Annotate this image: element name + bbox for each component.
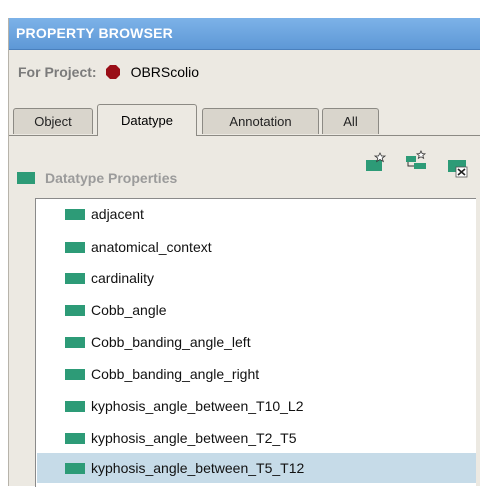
tab-bar: Object Datatype Annotation All xyxy=(9,104,480,136)
property-label: adjacent xyxy=(91,206,144,222)
tab-datatype[interactable]: Datatype xyxy=(97,104,197,136)
property-label: anatomical_context xyxy=(91,239,212,255)
property-label: Cobb_angle xyxy=(91,302,167,318)
project-hexagon-icon xyxy=(105,65,120,79)
project-row: For Project: OBRScolio xyxy=(18,62,199,82)
property-row-kyphosis-t5-t12[interactable]: kyphosis_angle_between_T5_T12 xyxy=(37,453,476,483)
property-label: cardinality xyxy=(91,270,155,286)
datatype-property-icon xyxy=(65,241,85,253)
property-row-kyphosis-t10-l2[interactable]: kyphosis_angle_between_T10_L2 xyxy=(37,391,476,421)
tab-annotation[interactable]: Annotation xyxy=(202,108,319,134)
tab-all[interactable]: All xyxy=(322,108,379,134)
property-browser-panel: PROPERTY BROWSER For Project: OBRScolio … xyxy=(8,18,480,487)
property-row-anatomical-context[interactable]: anatomical_context xyxy=(37,232,476,262)
property-label: kyphosis_angle_between_T5_T12 xyxy=(91,460,305,476)
create-subproperty-icon[interactable] xyxy=(405,150,427,170)
property-row-cobb-angle[interactable]: Cobb_angle xyxy=(37,295,476,325)
datatype-property-list: adjacent anatomical_context cardinality … xyxy=(35,198,476,487)
property-label: Cobb_banding_angle_left xyxy=(91,334,251,350)
property-row-cobb-banding-angle-left[interactable]: Cobb_banding_angle_left xyxy=(37,327,476,357)
datatype-property-icon xyxy=(17,172,35,184)
delete-datatype-property-icon[interactable] xyxy=(447,158,469,178)
project-name: OBRScolio xyxy=(130,64,200,80)
property-row-cardinality[interactable]: cardinality xyxy=(37,263,476,293)
datatype-property-icon xyxy=(65,400,85,412)
panel-title: PROPERTY BROWSER xyxy=(16,25,173,41)
datatype-property-icon xyxy=(65,368,85,380)
datatype-property-icon xyxy=(65,336,85,348)
tab-divider xyxy=(9,135,480,136)
property-label: Cobb_banding_angle_right xyxy=(91,366,260,382)
property-row-kyphosis-t2-t5[interactable]: kyphosis_angle_between_T2_T5 xyxy=(37,423,476,453)
section-header: Datatype Properties xyxy=(17,168,177,188)
datatype-property-icon xyxy=(65,272,85,284)
panel-title-bar: PROPERTY BROWSER xyxy=(9,18,480,50)
datatype-property-icon xyxy=(65,462,85,474)
datatype-property-icon xyxy=(65,432,85,444)
create-datatype-property-icon[interactable] xyxy=(365,152,387,172)
section-title: Datatype Properties xyxy=(45,170,178,186)
property-row-adjacent[interactable]: adjacent xyxy=(37,199,476,229)
datatype-property-icon xyxy=(65,304,85,316)
property-label: kyphosis_angle_between_T2_T5 xyxy=(91,430,297,446)
property-label: kyphosis_angle_between_T10_L2 xyxy=(91,398,304,414)
project-label: For Project: xyxy=(18,64,97,80)
tab-object[interactable]: Object xyxy=(13,108,93,134)
datatype-property-icon xyxy=(65,208,85,220)
property-row-cobb-banding-angle-right[interactable]: Cobb_banding_angle_right xyxy=(37,359,476,389)
